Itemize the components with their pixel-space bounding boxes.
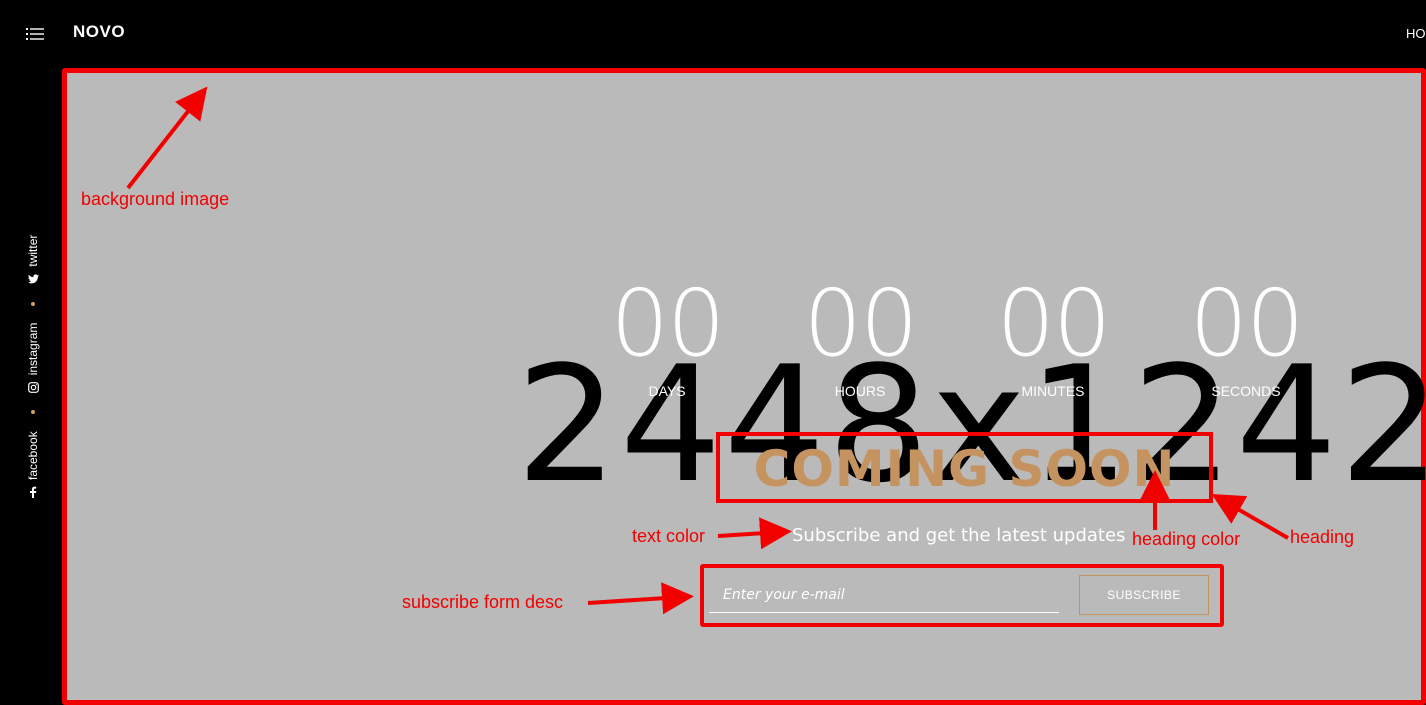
annotation-heading-color: heading color [1132, 529, 1241, 549]
countdown-seconds-value: 00 [1189, 270, 1304, 377]
social-label-instagram: instagram [26, 322, 40, 376]
subscribe-form: SUBSCRIBE [700, 564, 1224, 627]
social-label-twitter: twitter [26, 234, 40, 267]
countdown-hours-value: 00 [803, 270, 918, 377]
annotation-subscribe-form-desc: subscribe form desc [402, 592, 564, 612]
countdown-days-value: 00 [610, 270, 725, 377]
email-input[interactable] [709, 577, 1059, 613]
menu-icon[interactable] [26, 28, 44, 40]
heading-highlight-box: COMING SOON [716, 432, 1213, 503]
countdown-days-label: DAYS [648, 383, 686, 399]
countdown-seconds-label: SECONDS [1211, 383, 1281, 399]
coming-soon-heading: COMING SOON [753, 440, 1176, 498]
twitter-icon [27, 273, 39, 285]
facebook-icon [27, 486, 39, 498]
page: NOVO HO facebook instagram twitter 2448x… [0, 0, 1426, 705]
top-header: NOVO HO [0, 0, 1426, 68]
separator-dot [31, 301, 35, 306]
separator-dot [31, 410, 35, 415]
hero-background-image: 2448x1242 00 DAYS 00 HOURS 00 MINUTES 00… [62, 68, 1426, 705]
social-link-facebook[interactable]: facebook [26, 431, 40, 498]
nav-item-home[interactable]: HO [1406, 26, 1426, 41]
annotation-heading: heading [1290, 527, 1355, 547]
social-link-twitter[interactable]: twitter [26, 235, 40, 285]
subscribe-subtitle: Subscribe and get the latest updates [792, 525, 1126, 546]
social-sidebar: facebook instagram twitter [0, 60, 62, 705]
countdown-minutes-value: 00 [996, 270, 1111, 377]
logo[interactable]: NOVO [73, 22, 125, 42]
countdown-hours-label: HOURS [834, 383, 886, 399]
countdown-minutes-label: MINUTES [1021, 383, 1085, 399]
instagram-icon [27, 381, 39, 393]
social-link-instagram[interactable]: instagram [26, 323, 40, 394]
subscribe-button[interactable]: SUBSCRIBE [1079, 575, 1209, 615]
annotation-text-color: text color [632, 526, 706, 546]
annotation-background-image: background image [81, 189, 230, 209]
social-label-facebook: facebook [26, 431, 40, 480]
